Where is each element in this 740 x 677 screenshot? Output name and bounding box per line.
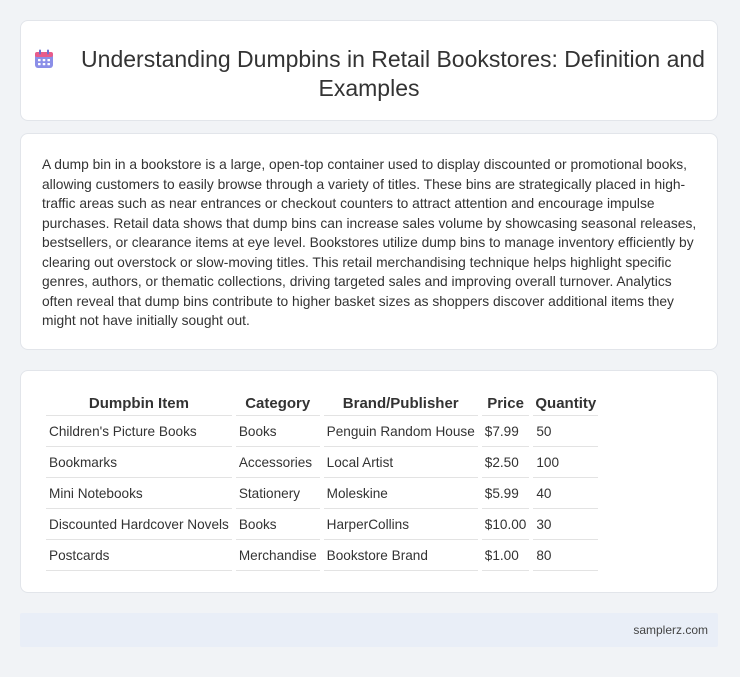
table-cell: $10.00: [481, 509, 530, 540]
table-cell: Local Artist: [323, 447, 478, 478]
table-cell: $2.50: [481, 447, 530, 478]
table-cell: Books: [235, 416, 320, 447]
table-cell: 80: [533, 540, 599, 571]
table-cell: Children's Picture Books: [46, 416, 232, 447]
description-card: A dump bin in a bookstore is a large, op…: [20, 133, 718, 350]
table-cell: Mini Notebooks: [46, 478, 232, 509]
column-header: Category: [235, 391, 320, 416]
page-title: Understanding Dumpbins in Retail Booksto…: [81, 46, 705, 101]
header-card: Understanding Dumpbins in Retail Booksto…: [20, 20, 718, 121]
table-card: Dumpbin Item Category Brand/Publisher Pr…: [20, 370, 718, 593]
column-header: Quantity: [533, 391, 599, 416]
table-cell: 100: [533, 447, 599, 478]
table-cell: Stationery: [235, 478, 320, 509]
table-row: Postcards Merchandise Bookstore Brand $1…: [46, 540, 599, 571]
table-cell: $5.99: [481, 478, 530, 509]
table-cell: Books: [235, 509, 320, 540]
description-text: A dump bin in a bookstore is a large, op…: [42, 157, 697, 328]
table-row: Children's Picture Books Books Penguin R…: [46, 416, 599, 447]
table-row: Mini Notebooks Stationery Moleskine $5.9…: [46, 478, 599, 509]
table-cell: Bookstore Brand: [323, 540, 478, 571]
column-header: Dumpbin Item: [46, 391, 232, 416]
table-cell: Penguin Random House: [323, 416, 478, 447]
table-row: Discounted Hardcover Novels Books Harper…: [46, 509, 599, 540]
table-cell: $7.99: [481, 416, 530, 447]
table-header-row: Dumpbin Item Category Brand/Publisher Pr…: [46, 391, 599, 416]
page-title-wrap: Understanding Dumpbins in Retail Booksto…: [21, 45, 717, 103]
dumpbin-table: Dumpbin Item Category Brand/Publisher Pr…: [42, 391, 602, 571]
table-cell: $1.00: [481, 540, 530, 571]
table-cell: 40: [533, 478, 599, 509]
table-row: Bookmarks Accessories Local Artist $2.50…: [46, 447, 599, 478]
footer-site-link[interactable]: samplerz.com: [633, 623, 708, 637]
table-cell: HarperCollins: [323, 509, 478, 540]
table-cell: Moleskine: [323, 478, 478, 509]
table-cell: 50: [533, 416, 599, 447]
table-cell: Discounted Hardcover Novels: [46, 509, 232, 540]
table-cell: Postcards: [46, 540, 232, 571]
table-cell: 30: [533, 509, 599, 540]
table-cell: Merchandise: [235, 540, 320, 571]
table-cell: Bookmarks: [46, 447, 232, 478]
column-header: Brand/Publisher: [323, 391, 478, 416]
column-header: Price: [481, 391, 530, 416]
calendar-icon: [35, 49, 54, 68]
footer: samplerz.com: [20, 613, 718, 647]
table-cell: Accessories: [235, 447, 320, 478]
